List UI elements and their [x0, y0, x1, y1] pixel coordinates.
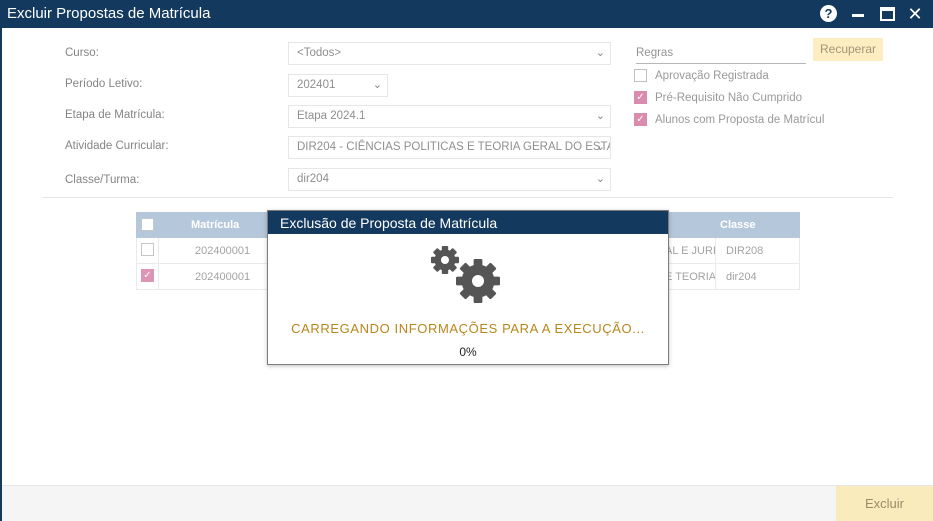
- title-bar: Excluir Propostas de Matrícula ? ✕: [0, 0, 933, 28]
- cell-matricula: 202400001: [195, 245, 251, 257]
- check-label: Aprovação Registrada: [655, 69, 769, 82]
- periodo-value: 202401: [297, 79, 336, 91]
- maximize-icon[interactable]: [878, 5, 896, 23]
- cell-classe: dir204: [726, 271, 757, 283]
- check-alunos-proposta[interactable]: ✓ Alunos com Proposta de Matrícul: [634, 113, 824, 126]
- footer-bar: Excluir: [2, 485, 933, 521]
- classe-label: Classe/Turma:: [65, 174, 140, 186]
- etapa-label: Etapa de Matrícula:: [65, 109, 165, 121]
- regras-placeholder: Regras: [636, 47, 674, 59]
- cell-atividade: E TEORIA: [665, 271, 717, 283]
- curso-select[interactable]: <Todos> ⌄: [288, 42, 611, 65]
- classe-value: dir204: [297, 173, 329, 185]
- loading-dialog: Exclusão de Proposta de Matrícula CARREG…: [267, 210, 669, 365]
- check-aprovacao-registrada[interactable]: Aprovação Registrada: [634, 69, 769, 82]
- periodo-select[interactable]: 202401 ⌄: [288, 74, 388, 97]
- divider: [42, 197, 893, 198]
- curso-value: <Todos>: [297, 47, 342, 59]
- cell-atividade: AL E JURI: [665, 245, 716, 257]
- chevron-down-icon: ⌄: [595, 173, 605, 185]
- regras-input[interactable]: Regras: [636, 46, 806, 64]
- cell-classe: DIR208: [726, 245, 764, 257]
- recuperar-button[interactable]: Recuperar: [813, 38, 883, 61]
- window-frame: [0, 28, 2, 521]
- help-icon[interactable]: ?: [820, 5, 837, 22]
- close-icon[interactable]: ✕: [906, 4, 924, 24]
- header-matricula: Matrícula: [191, 219, 240, 231]
- dialog-title: Exclusão de Proposta de Matrícula: [268, 211, 668, 234]
- classe-select[interactable]: dir204 ⌄: [288, 168, 611, 191]
- checkbox-checked-icon[interactable]: ✓: [634, 91, 647, 104]
- cell-matricula: 202400001: [195, 271, 251, 283]
- row-checkbox[interactable]: [141, 243, 154, 256]
- etapa-select[interactable]: Etapa 2024.1 ⌄: [288, 105, 611, 128]
- chevron-down-icon: ⌄: [595, 47, 605, 59]
- minimize-icon[interactable]: [849, 5, 867, 23]
- check-label: Alunos com Proposta de Matrícul: [655, 113, 825, 126]
- periodo-label: Período Letivo:: [65, 78, 143, 90]
- progress-text: 0%: [459, 345, 477, 359]
- gears-icon: [431, 246, 500, 303]
- chevron-down-icon: ⌄: [372, 79, 382, 91]
- atividade-select[interactable]: DIR204 - CIÊNCIAS POLITICAS E TEORIA GER…: [288, 136, 611, 159]
- excluir-button[interactable]: Excluir: [836, 486, 933, 521]
- row-checkbox-checked[interactable]: ✓: [141, 269, 154, 282]
- header-classe: Classe: [720, 219, 756, 231]
- chevron-down-icon: ⌄: [595, 110, 605, 122]
- loading-message: CARREGANDO INFORMAÇÕES PARA A EXECUÇÃO..…: [291, 321, 645, 336]
- window-title: Excluir Propostas de Matrícula: [7, 5, 211, 22]
- chevron-down-icon: ⌄: [595, 141, 605, 153]
- check-label: Pré-Requisito Não Cumprido: [655, 91, 803, 104]
- check-pre-requisito[interactable]: ✓ Pré-Requisito Não Cumprido: [634, 91, 802, 104]
- checkbox-icon[interactable]: [634, 69, 647, 82]
- select-all-checkbox[interactable]: [141, 218, 154, 231]
- curso-label: Curso:: [65, 47, 99, 59]
- atividade-value: DIR204 - CIÊNCIAS POLITICAS E TEORIA GER…: [297, 141, 611, 153]
- atividade-label: Atividade Curricular:: [65, 140, 169, 152]
- checkbox-checked-icon[interactable]: ✓: [634, 113, 647, 126]
- etapa-value: Etapa 2024.1: [297, 110, 366, 122]
